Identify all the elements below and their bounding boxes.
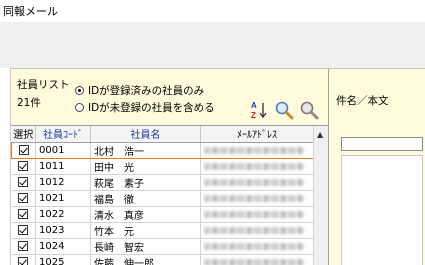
row-select-cell[interactable] (11, 190, 36, 207)
email-cell (200, 174, 314, 191)
blurred-email (204, 227, 305, 234)
table-row[interactable]: 1012 萩尾 素子 (11, 174, 314, 191)
blurred-email (204, 163, 305, 170)
blurred-email (204, 195, 305, 202)
employee-name-cell: 北村 浩一 (90, 141, 201, 159)
blurred-email (204, 259, 305, 265)
employee-code-cell: 0001 (35, 141, 91, 159)
row-checkbox[interactable] (18, 256, 29, 265)
employee-list-title: 社員リスト (17, 79, 70, 91)
subject-input[interactable] (341, 137, 423, 151)
row-checkbox[interactable] (18, 160, 29, 171)
employee-name-cell: 田中 光 (90, 158, 201, 175)
employee-code-cell: 1021 (35, 190, 91, 207)
row-select-cell[interactable] (11, 254, 36, 265)
employee-table: 選択 社員ｺｰﾄﾞ 社員名 ﾒｰﾙｱﾄﾞﾚｽ 0001 北村 浩一 1011 田中 光… (11, 125, 328, 265)
employee-list-panel: 社員リスト 21件 IDが登録済みの社員のみ IDが未登録の社員を含める A Z… (10, 68, 328, 265)
row-checkbox[interactable] (18, 192, 29, 203)
employee-code-cell: 1024 (35, 238, 91, 255)
radio-registered-only[interactable] (75, 86, 84, 95)
email-cell (200, 238, 314, 255)
table-row[interactable]: 1024 長崎 智宏 (11, 238, 314, 255)
employee-count: 21件 (17, 97, 41, 109)
row-select-cell[interactable] (11, 174, 36, 191)
email-cell (200, 158, 314, 175)
employee-code-cell: 1022 (35, 206, 91, 223)
email-cell (200, 254, 314, 265)
row-select-cell[interactable] (11, 238, 36, 255)
row-checkbox[interactable] (18, 144, 29, 155)
blurred-email (204, 211, 305, 218)
radio-registered-label[interactable]: IDが登録済みの社員のみ (88, 83, 204, 98)
body-textarea[interactable] (341, 155, 423, 265)
row-checkbox[interactable] (18, 224, 29, 235)
blurred-email (204, 243, 305, 250)
employee-name-cell: 福島 徹 (90, 190, 201, 207)
employee-name-cell: 竹本 元 (90, 222, 201, 239)
radio-include-unregistered[interactable] (75, 103, 84, 112)
table-row[interactable]: 1023 竹本 元 (11, 222, 314, 239)
row-select-cell[interactable] (11, 141, 36, 159)
row-select-cell[interactable] (11, 206, 36, 223)
message-panel: 件名／本文 (328, 68, 425, 265)
row-checkbox[interactable] (18, 240, 29, 251)
header-email[interactable]: ﾒｰﾙｱﾄﾞﾚｽ (200, 126, 314, 143)
table-row[interactable]: 0001 北村 浩一 (11, 141, 314, 159)
scroll-up-icon[interactable]: ▲ (317, 130, 323, 139)
blurred-email (204, 147, 305, 154)
employee-code-cell: 1023 (35, 222, 91, 239)
table-row[interactable]: 1011 田中 光 (11, 158, 314, 175)
blurred-email (204, 179, 305, 186)
sort-az-icon[interactable]: A Z (249, 100, 269, 120)
table-row[interactable]: 1025 佐藤 伸一郎 (11, 254, 314, 265)
employee-name-cell: 佐藤 伸一郎 (90, 254, 201, 265)
table-row[interactable]: 1021 福島 徹 (11, 190, 314, 207)
subject-body-label: 件名／本文 (336, 95, 389, 107)
email-cell (200, 190, 314, 207)
zoom-out-icon[interactable] (299, 100, 319, 120)
row-checkbox[interactable] (18, 208, 29, 219)
window-title: 同報メール (3, 5, 58, 18)
title-bar: 同報メール (0, 0, 425, 22)
radio-unregistered-label[interactable]: IDが未登録の社員を含める (88, 100, 215, 115)
email-cell (200, 206, 314, 223)
zoom-in-icon[interactable] (274, 100, 294, 120)
header-employee-code[interactable]: 社員ｺｰﾄﾞ (35, 126, 91, 143)
row-select-cell[interactable] (11, 158, 36, 175)
email-cell (200, 141, 314, 159)
row-checkbox[interactable] (18, 176, 29, 187)
header-select[interactable]: 選択 (11, 126, 36, 143)
table-row[interactable]: 1022 清水 真彦 (11, 206, 314, 223)
employee-code-cell: 1025 (35, 254, 91, 265)
row-select-cell[interactable] (11, 222, 36, 239)
employee-name-cell: 長崎 智宏 (90, 238, 201, 255)
toolbar-band (0, 22, 425, 68)
svg-text:A: A (251, 101, 257, 110)
employee-code-cell: 1012 (35, 174, 91, 191)
header-employee-name[interactable]: 社員名 (90, 126, 201, 143)
employee-name-cell: 萩尾 素子 (90, 174, 201, 191)
employee-code-cell: 1011 (35, 158, 91, 175)
email-cell (200, 222, 314, 239)
table-scrollbar[interactable]: ▲ (313, 126, 328, 265)
svg-text:Z: Z (251, 111, 256, 120)
employee-name-cell: 清水 真彦 (90, 206, 201, 223)
